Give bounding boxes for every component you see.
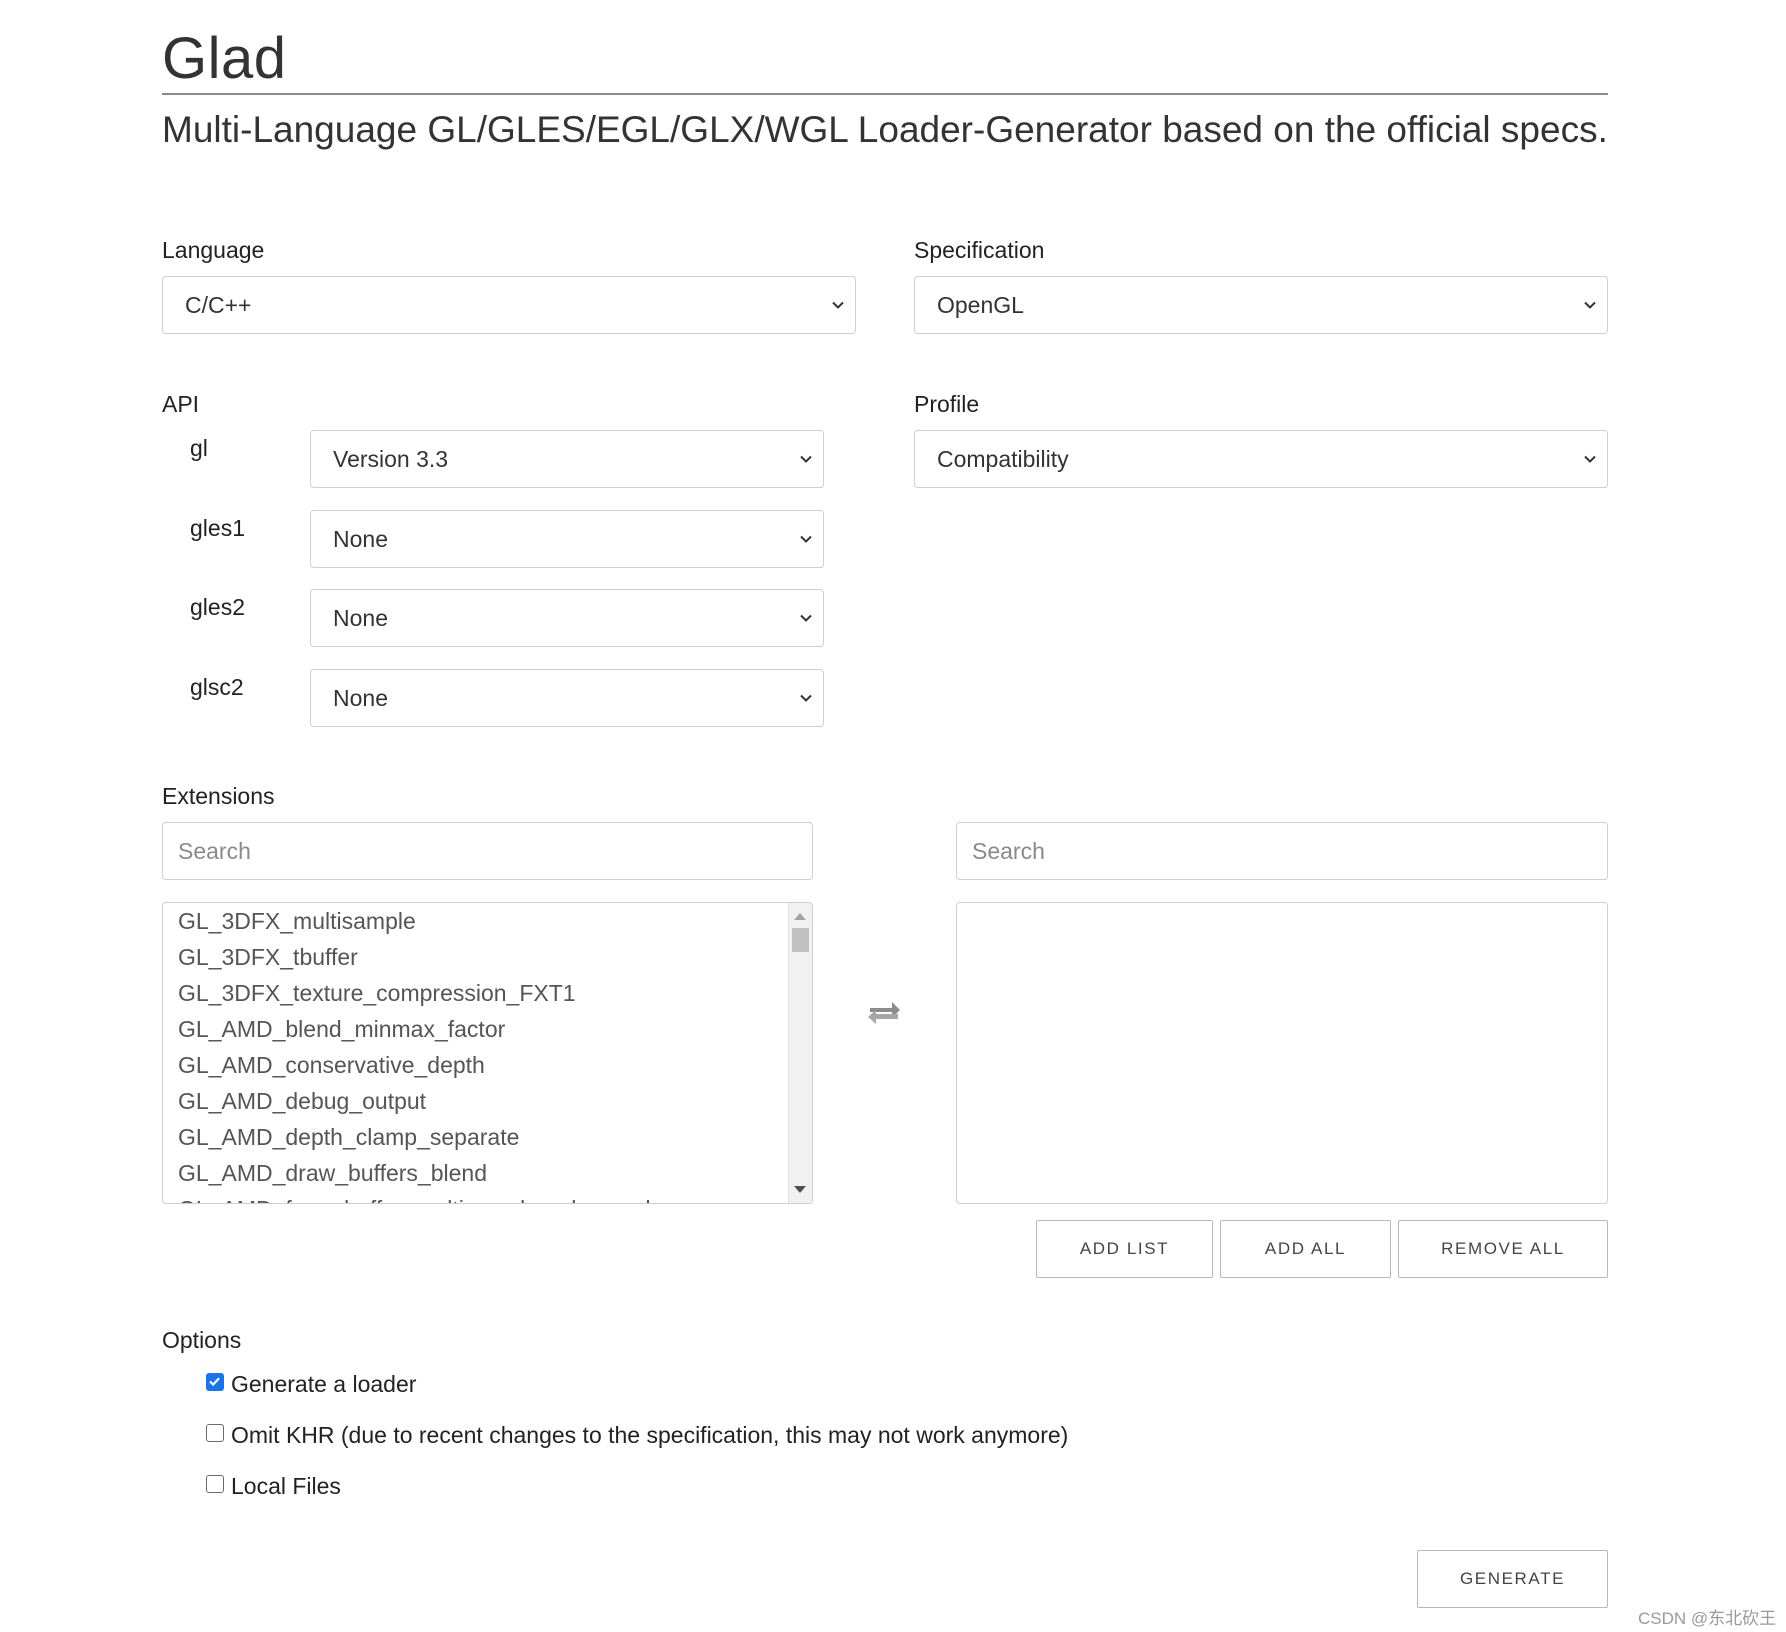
api-select-gles1[interactable]: None [310, 510, 824, 568]
api-select-value: None [333, 604, 388, 631]
profile-label: Profile [914, 391, 980, 417]
local-files-checkbox[interactable] [206, 1475, 224, 1493]
api-select-value: None [333, 684, 388, 711]
api-name-gles2: gles2 [190, 594, 245, 620]
chevron-down-icon [832, 301, 844, 309]
scroll-up-arrow-icon[interactable] [794, 913, 806, 920]
list-scrollbar[interactable] [788, 903, 812, 1203]
specification-select[interactable]: OpenGL [914, 276, 1608, 334]
available-extensions-search-input[interactable] [162, 822, 813, 880]
api-select-value: None [333, 525, 388, 552]
api-select-glsc2[interactable]: None [310, 669, 824, 727]
swap-arrows-icon[interactable] [866, 998, 902, 1026]
api-name-gl: gl [190, 435, 208, 461]
options-label: Options [162, 1327, 242, 1353]
generate-button[interactable]: GENERATE [1417, 1550, 1608, 1608]
list-item[interactable]: GL_3DFX_texture_compression_FXT1 [178, 978, 576, 1008]
watermark: CSDN @东北砍王 [1638, 1609, 1777, 1628]
profile-select[interactable]: Compatibility [914, 430, 1608, 488]
generate-loader-checkbox[interactable] [206, 1373, 224, 1391]
language-select[interactable]: C/C++ [162, 276, 856, 334]
title-divider [162, 93, 1608, 95]
list-item[interactable]: GL_AMD_blend_minmax_factor [178, 1014, 505, 1044]
language-label: Language [162, 237, 265, 263]
list-item[interactable]: GL_AMD_depth_clamp_separate [178, 1122, 519, 1152]
list-item[interactable]: GL_AMD_framebuffer_multisample_advanced [178, 1194, 651, 1203]
chevron-down-icon [800, 535, 812, 543]
language-select-value: C/C++ [185, 291, 252, 318]
chevron-down-icon [1584, 301, 1596, 309]
list-item[interactable]: GL_AMD_draw_buffers_blend [178, 1158, 487, 1188]
api-select-gl[interactable]: Version 3.3 [310, 430, 824, 488]
api-label: API [162, 391, 200, 417]
api-name-glsc2: glsc2 [190, 674, 244, 700]
scroll-thumb[interactable] [792, 928, 809, 952]
selected-extensions-list[interactable] [956, 902, 1608, 1204]
omit-khr-label[interactable]: Omit KHR (due to recent changes to the s… [231, 1421, 1068, 1449]
list-item[interactable]: GL_3DFX_tbuffer [178, 942, 358, 972]
available-extensions-list[interactable]: GL_3DFX_multisample GL_3DFX_tbuffer GL_3… [162, 902, 813, 1204]
list-item[interactable]: GL_AMD_debug_output [178, 1086, 426, 1116]
add-list-button[interactable]: ADD LIST [1036, 1220, 1213, 1278]
generate-loader-label[interactable]: Generate a loader [231, 1370, 416, 1398]
list-item[interactable]: GL_AMD_conservative_depth [178, 1050, 485, 1080]
specification-label: Specification [914, 237, 1045, 263]
api-select-value: Version 3.3 [333, 445, 449, 472]
list-item[interactable]: GL_3DFX_multisample [178, 906, 416, 936]
extensions-label: Extensions [162, 783, 275, 809]
chevron-down-icon [800, 694, 812, 702]
chevron-down-icon [800, 455, 812, 463]
selected-extensions-search-input[interactable] [956, 822, 1608, 880]
checkmark-icon [209, 1377, 220, 1387]
chevron-down-icon [800, 614, 812, 622]
profile-select-value: Compatibility [937, 445, 1069, 472]
remove-all-button[interactable]: REMOVE ALL [1398, 1220, 1608, 1278]
chevron-down-icon [1584, 455, 1596, 463]
api-select-gles2[interactable]: None [310, 589, 824, 647]
page-title: Glad [162, 26, 287, 91]
scroll-down-arrow-icon[interactable] [794, 1186, 806, 1193]
specification-select-value: OpenGL [937, 291, 1024, 318]
omit-khr-checkbox[interactable] [206, 1424, 224, 1442]
local-files-label[interactable]: Local Files [231, 1472, 341, 1500]
add-all-button[interactable]: ADD ALL [1220, 1220, 1391, 1278]
page-subtitle: Multi-Language GL/GLES/EGL/GLX/WGL Loade… [162, 109, 1608, 150]
api-name-gles1: gles1 [190, 515, 245, 541]
